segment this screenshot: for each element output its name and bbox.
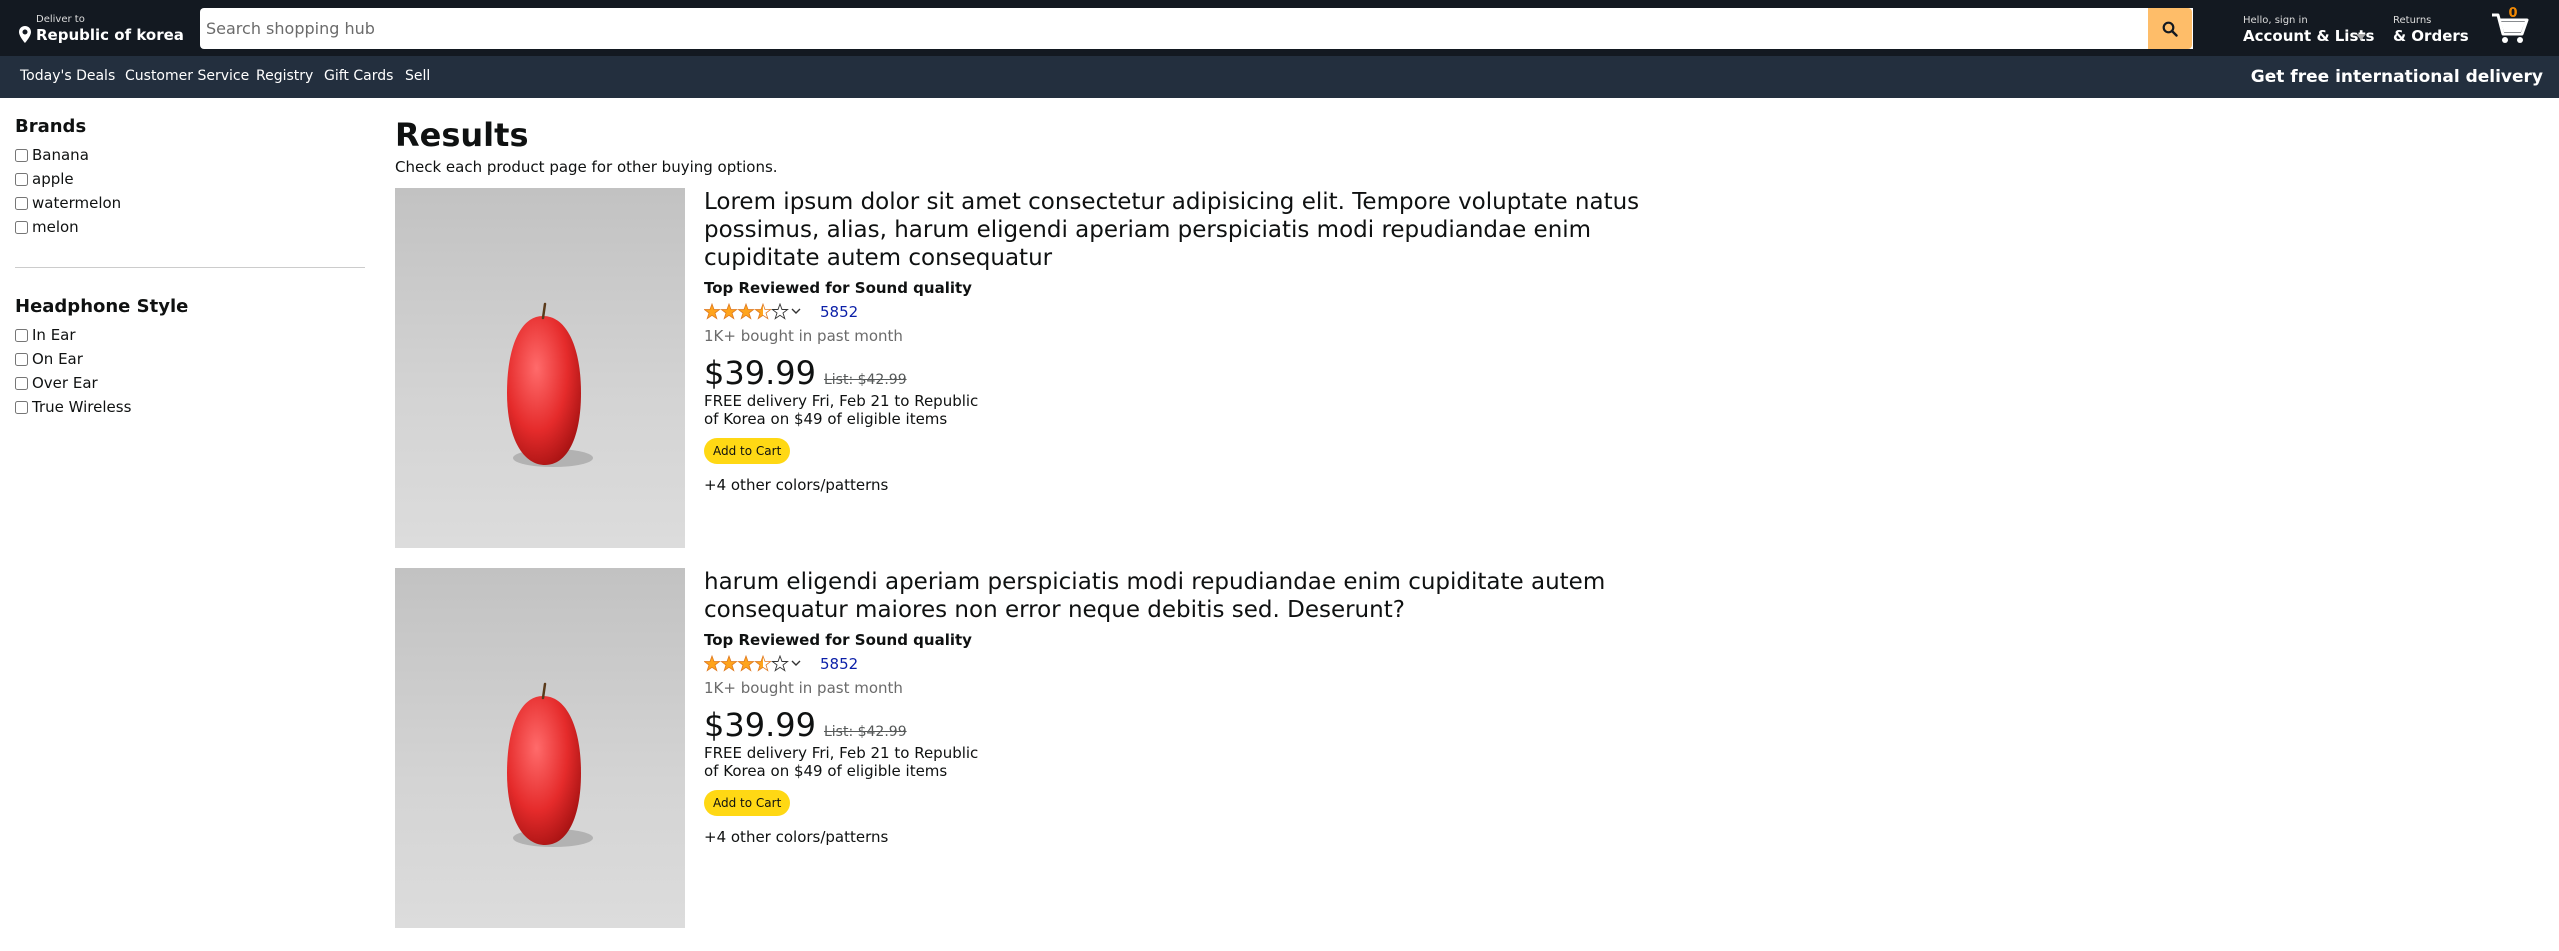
list-price: List: $42.99 (823, 724, 907, 740)
account-greeting: Hello, sign in (2243, 15, 2308, 26)
rating-row: 5852 (704, 300, 1704, 324)
cart-button[interactable]: 0 (2490, 6, 2530, 48)
returns-label: Returns (2393, 15, 2432, 26)
deliver-to[interactable]: Deliver to Republic of korea (18, 13, 184, 45)
bought-count: 1K+ bought in past month (704, 327, 903, 345)
price-row: $39.99 List: $42.99 (704, 354, 1704, 392)
rating-row: 5852 (704, 652, 1704, 676)
style-option[interactable]: On Ear (15, 347, 365, 371)
brand-option[interactable]: apple (15, 167, 365, 191)
brand-checkbox[interactable] (15, 148, 28, 162)
delivery-info: FREE delivery Fri, Feb 21 to Republic of… (704, 392, 979, 428)
product-card: Lorem ipsum dolor sit amet consectetur a… (395, 188, 1695, 548)
filter-sidebar: Brands Banana apple watermelon melon Hea… (15, 116, 365, 419)
rating-count-link[interactable]: 5852 (820, 655, 858, 673)
product-info: harum eligendi aperiam perspiciatis modi… (704, 568, 1704, 846)
product-info: Lorem ipsum dolor sit amet consectetur a… (704, 188, 1704, 494)
product-price: $39.99 (704, 706, 816, 744)
nav-registry[interactable]: Registry (256, 68, 313, 84)
nav-todays-deals[interactable]: Today's Deals (20, 68, 115, 84)
international-delivery-banner[interactable]: Get free international delivery (2251, 67, 2543, 87)
other-colors-link[interactable]: +4 other colors/patterns (704, 828, 1704, 846)
results-subtitle: Check each product page for other buying… (395, 158, 778, 176)
account-label: Account & Lists (2243, 27, 2375, 45)
deliver-location: Republic of korea (36, 26, 184, 44)
other-colors-link[interactable]: +4 other colors/patterns (704, 476, 1704, 494)
style-checkbox[interactable] (15, 376, 28, 390)
style-checkbox[interactable] (15, 400, 28, 414)
caret-down-icon (2356, 34, 2366, 40)
list-price: List: $42.99 (823, 372, 907, 388)
search-input[interactable] (200, 8, 2193, 49)
style-checkbox[interactable] (15, 328, 28, 342)
product-badge: Top Reviewed for Sound quality (704, 279, 972, 297)
brand-option[interactable]: Banana (15, 143, 365, 167)
style-label: True Wireless (32, 398, 132, 416)
style-option[interactable]: Over Ear (15, 371, 365, 395)
brand-label: Banana (32, 146, 89, 164)
delivery-info: FREE delivery Fri, Feb 21 to Republic of… (704, 744, 979, 780)
nav-sell[interactable]: Sell (405, 68, 430, 84)
brand-checkbox[interactable] (15, 196, 28, 210)
product-image[interactable] (395, 568, 685, 928)
style-option[interactable]: In Ear (15, 323, 365, 347)
product-title[interactable]: harum eligendi aperiam perspiciatis modi… (704, 568, 1694, 624)
results-heading: Results (395, 116, 529, 154)
brand-option[interactable]: watermelon (15, 191, 365, 215)
account-lists[interactable]: Hello, sign in Account & Lists (2243, 14, 2375, 46)
brand-label: watermelon (32, 194, 122, 212)
product-image[interactable] (395, 188, 685, 548)
top-header: Deliver to Republic of korea Hello, sign… (0, 0, 2559, 56)
style-option[interactable]: True Wireless (15, 395, 365, 419)
brands-filter-title: Brands (15, 116, 87, 137)
price-row: $39.99 List: $42.99 (704, 706, 1704, 744)
nav-gift-cards[interactable]: Gift Cards (324, 68, 393, 84)
bought-count: 1K+ bought in past month (704, 679, 903, 697)
star-rating-icon[interactable] (704, 303, 814, 321)
star-rating-icon[interactable] (704, 655, 814, 673)
add-to-cart-button[interactable]: Add to Cart (704, 438, 791, 464)
sub-navigation: Today's Deals Customer Service Registry … (0, 56, 2559, 98)
product-badge: Top Reviewed for Sound quality (704, 631, 972, 649)
deliver-label: Deliver to (36, 14, 85, 25)
style-label: On Ear (32, 350, 83, 368)
brand-checkbox[interactable] (15, 220, 28, 234)
location-pin-icon (19, 26, 31, 43)
filter-divider (15, 267, 365, 268)
brand-option[interactable]: melon (15, 215, 365, 239)
returns-orders[interactable]: Returns & Orders (2393, 14, 2473, 46)
rating-count-link[interactable]: 5852 (820, 303, 858, 321)
headphone-style-filter-title: Headphone Style (15, 296, 189, 317)
cart-count: 0 (2508, 6, 2518, 21)
add-to-cart-button[interactable]: Add to Cart (704, 790, 791, 816)
nav-customer-service[interactable]: Customer Service (125, 68, 249, 84)
product-card: harum eligendi aperiam perspiciatis modi… (395, 568, 1695, 928)
brand-label: melon (32, 218, 79, 236)
orders-label: & Orders (2393, 27, 2469, 45)
product-price: $39.99 (704, 354, 816, 392)
style-checkbox[interactable] (15, 352, 28, 366)
search-icon (2162, 21, 2178, 37)
style-label: In Ear (32, 326, 76, 344)
brand-checkbox[interactable] (15, 172, 28, 186)
search-button[interactable] (2148, 8, 2192, 49)
style-label: Over Ear (32, 374, 98, 392)
brand-label: apple (32, 170, 74, 188)
product-title[interactable]: Lorem ipsum dolor sit amet consectetur a… (704, 188, 1694, 272)
